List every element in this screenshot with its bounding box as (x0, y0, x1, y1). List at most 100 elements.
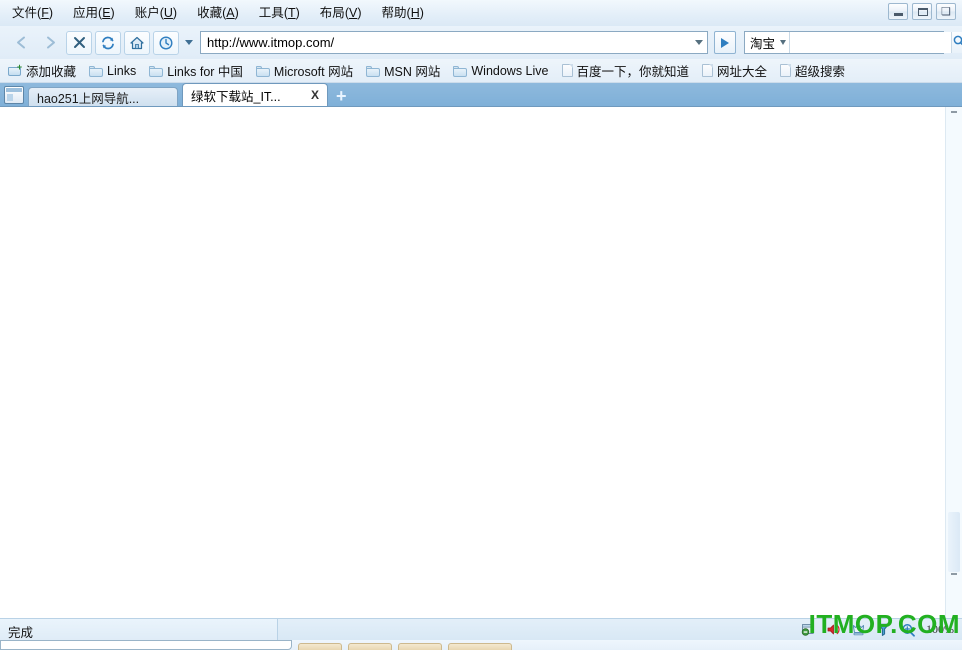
taskbar-button[interactable] (448, 643, 512, 650)
address-bar[interactable]: http://www.itmop.com/ (200, 31, 708, 54)
menu-item-file[interactable]: 文件(F) (12, 0, 53, 26)
bookmark-label: Links for 中国 (167, 65, 243, 79)
toolbar-overflow-button[interactable] (182, 31, 196, 55)
bookmark-label: Links (107, 63, 137, 78)
tab-strip: hao251上网导航... 绿软下载站_IT... X + (0, 83, 962, 106)
menu-accel: H (410, 6, 420, 20)
window-controls: ❏ (888, 3, 956, 20)
taskbar-button[interactable] (348, 643, 392, 650)
chevron-up-icon (951, 111, 957, 113)
menu-label: 文件 (12, 6, 38, 20)
bookmark-super-search[interactable]: 超级搜索 (780, 61, 845, 80)
search-box: 淘宝 (744, 31, 962, 54)
menu-item-layout[interactable]: 布局(V) (320, 0, 362, 26)
play-triangle-icon (721, 37, 729, 48)
bookmark-label: 百度一下，你就知道 (576, 65, 690, 79)
menu-item-account[interactable]: 账户(U) (135, 0, 177, 26)
address-input[interactable]: http://www.itmop.com/ (207, 35, 691, 50)
tab-title: 绿软下载站_IT... (191, 89, 281, 104)
chevron-down-icon (951, 573, 957, 575)
search-icon (952, 34, 962, 51)
menu-label: 帮助 (381, 6, 407, 20)
bookmark-label: Windows Live (471, 63, 549, 78)
menu-accel: A (226, 6, 235, 20)
bookmarks-bar: + 添加收藏 Links Links for 中国 Microsoft 网站 M… (0, 59, 962, 83)
scrollbar-thumb[interactable] (948, 512, 960, 572)
maximize-button[interactable] (912, 3, 932, 20)
menu-accel: F (41, 6, 49, 20)
menu-item-favorites[interactable]: 收藏(A) (197, 0, 239, 26)
reload-button[interactable] (95, 30, 121, 55)
menu-accel: E (102, 6, 111, 20)
close-icon[interactable]: X (311, 88, 319, 102)
bookmark-label: 添加收藏 (26, 65, 77, 79)
forward-button[interactable] (37, 31, 63, 55)
bookmark-msn-site[interactable]: MSN 网站 (366, 61, 440, 80)
scroll-up-button[interactable] (946, 109, 962, 116)
folder-icon (89, 65, 104, 77)
minimize-button[interactable] (888, 3, 908, 20)
chevron-down-icon[interactable] (695, 40, 703, 45)
page-icon (561, 64, 573, 77)
new-tab-button[interactable]: + (336, 87, 347, 105)
scroll-down-button[interactable] (946, 571, 962, 578)
menu-label: 工具 (258, 6, 284, 20)
menu-item-help[interactable]: 帮助(H) (382, 0, 424, 26)
chevron-down-icon (780, 40, 787, 45)
menu-label: 应用 (73, 6, 99, 20)
tab-hao251[interactable]: hao251上网导航... (28, 87, 178, 106)
search-engine-label: 淘宝 (750, 37, 776, 51)
bookmark-label: Microsoft 网站 (273, 65, 354, 79)
status-message-panel (0, 619, 278, 640)
taskbar-button[interactable] (398, 643, 442, 650)
arrow-right-icon (42, 34, 59, 51)
go-button[interactable] (714, 31, 736, 54)
bookmark-label: 超级搜索 (795, 65, 846, 79)
close-x-icon (72, 35, 87, 50)
maximize-icon (918, 8, 928, 16)
folder-icon (149, 65, 164, 77)
stop-button[interactable] (66, 30, 92, 55)
bookmark-links[interactable]: Links (89, 64, 136, 78)
menu-accel: U (163, 6, 173, 20)
page-icon (780, 64, 792, 77)
search-input[interactable] (790, 32, 952, 53)
search-submit-button[interactable] (951, 32, 962, 53)
close-button[interactable]: ❏ (936, 3, 956, 20)
menu-bar: 文件(F) 应用(E) 账户(U) 收藏(A) 工具(T) 布局(V) 帮助(H… (0, 0, 962, 26)
chevron-down-icon (185, 40, 193, 45)
arrow-left-icon (13, 34, 30, 51)
minimize-icon (894, 13, 903, 16)
folder-icon (255, 65, 270, 77)
menu-item-tools[interactable]: 工具(T) (259, 0, 300, 26)
close-icon: ❏ (941, 5, 951, 18)
page-content (0, 106, 962, 618)
home-icon (129, 35, 145, 51)
home-button[interactable] (124, 30, 150, 55)
page-icon (702, 64, 714, 77)
bookmark-baidu[interactable]: 百度一下，你就知道 (561, 61, 690, 80)
taskbar-button[interactable] (298, 643, 342, 650)
back-button[interactable] (8, 31, 34, 55)
menu-accel: V (348, 6, 358, 20)
history-button[interactable] (153, 30, 179, 55)
bookmark-links-for-china[interactable]: Links for 中国 (149, 61, 243, 80)
menu-label: 账户 (134, 6, 160, 20)
add-favorite-icon: + (8, 63, 22, 77)
bookmark-label: 网址大全 (717, 65, 768, 79)
browser-window: 文件(F) 应用(E) 账户(U) 收藏(A) 工具(T) 布局(V) 帮助(H… (0, 0, 962, 650)
bookmark-microsoft-site[interactable]: Microsoft 网站 (255, 61, 354, 80)
search-engine-selector[interactable]: 淘宝 (745, 32, 791, 53)
bookmark-site-directory[interactable]: 网址大全 (702, 61, 767, 80)
status-message: 完成 (8, 626, 34, 640)
bookmark-label: MSN 网站 (384, 65, 441, 79)
tab-list-icon[interactable] (4, 86, 24, 104)
bookmark-windows-live[interactable]: Windows Live (453, 63, 549, 78)
menu-item-apps[interactable]: 应用(E) (73, 0, 115, 26)
bookmark-add-favorite[interactable]: + 添加收藏 (8, 61, 76, 80)
taskbar-window-frame (0, 640, 292, 650)
watermark-itmop: ITMOP.COM (808, 609, 960, 639)
tab-itmop[interactable]: 绿软下载站_IT... X (182, 83, 328, 106)
vertical-scrollbar[interactable] (945, 107, 962, 618)
navigation-toolbar: http://www.itmop.com/ 淘宝 (0, 26, 962, 59)
